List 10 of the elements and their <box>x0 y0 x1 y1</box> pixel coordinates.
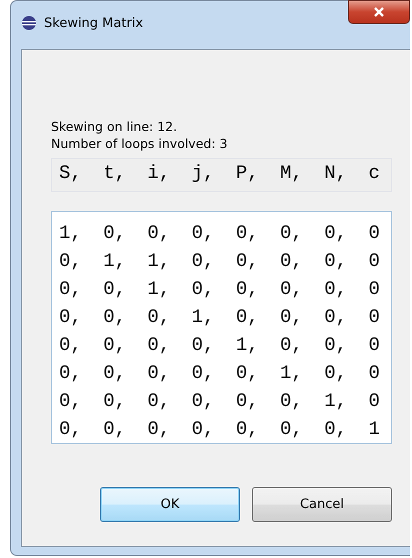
globe-icon <box>21 15 37 31</box>
variable-header-field: S, t, i, j, P, M, N, c <box>51 158 392 192</box>
matrix-text-area[interactable]: 1, 0, 0, 0, 0, 0, 0, 0 0, 1, 1, 0, 0, 0, 0, 0 0, 0, 1, 0, 0, 0, 0, 0 0, 0, 0, 1, 0, 0, 0, 0 0, 0, 0, 0, 1, 0, 0, 0 0, 0, 0, 0, 0, 1, 0, 0 0, 0, 0, 0, 0, 0, 1, 0 0, 0, 0, 0, 0, 0, 0, 1 <box>51 211 392 444</box>
close-button[interactable] <box>348 0 410 24</box>
window-title: Skewing Matrix <box>44 16 144 30</box>
close-icon <box>373 6 385 18</box>
cancel-button[interactable]: Cancel <box>252 487 392 522</box>
info-text: Skewing on line: 12. <box>51 118 178 135</box>
info-text: Number of loops involved: 3 <box>51 135 228 152</box>
ok-button[interactable]: OK <box>100 487 240 522</box>
